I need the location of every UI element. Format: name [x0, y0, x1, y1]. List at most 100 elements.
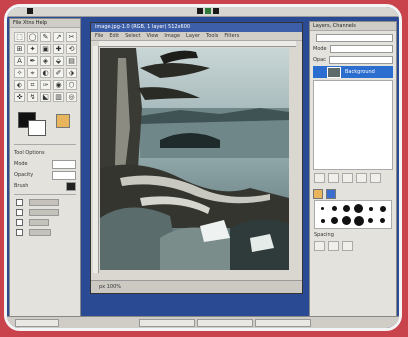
- option-bar: [29, 229, 51, 236]
- tool-button[interactable]: ◈: [40, 56, 51, 66]
- tool-button[interactable]: ◉: [53, 80, 64, 90]
- option-checkbox[interactable]: [16, 218, 74, 227]
- menu-item[interactable]: Tools: [206, 32, 218, 40]
- option-checkbox[interactable]: [16, 208, 74, 217]
- brush-new-button[interactable]: [328, 241, 339, 251]
- toolbox-menu[interactable]: File Xtns Help: [10, 19, 80, 28]
- opacity-slider[interactable]: [328, 55, 393, 64]
- taskbar-item[interactable]: [15, 319, 59, 327]
- panel-icon[interactable]: [197, 8, 203, 14]
- tool-button[interactable]: ✚: [53, 44, 64, 54]
- tool-button[interactable]: ↗: [53, 32, 64, 42]
- tool-button[interactable]: A: [14, 56, 25, 66]
- tool-button[interactable]: ✧: [14, 68, 25, 78]
- brush-edit-button[interactable]: [314, 241, 325, 251]
- brush-item[interactable]: [341, 203, 352, 214]
- tool-button[interactable]: ◯: [27, 32, 38, 42]
- mode-dropdown[interactable]: [52, 159, 76, 169]
- menu-item[interactable]: Filters: [224, 32, 239, 40]
- brush-item[interactable]: [329, 203, 340, 214]
- dock-title[interactable]: Layers, Channels: [310, 22, 396, 31]
- checkbox[interactable]: [16, 199, 23, 206]
- tool-button[interactable]: ▤: [66, 56, 77, 66]
- mode-dropdown[interactable]: [329, 44, 393, 53]
- image-window: image.jpg-1.0 (RGB, 1 layer) 512x600 Fil…: [90, 22, 303, 294]
- landscape-photo: [100, 48, 289, 270]
- checkbox[interactable]: [16, 209, 23, 216]
- brush-item[interactable]: [317, 203, 328, 214]
- image-window-title[interactable]: image.jpg-1.0 (RGB, 1 layer) 512x600: [91, 23, 302, 32]
- menu-item[interactable]: View: [147, 32, 159, 40]
- tool-button[interactable]: ✜: [14, 92, 25, 102]
- tool-button[interactable]: ⬙: [53, 56, 64, 66]
- opacity-field[interactable]: [52, 170, 76, 180]
- taskbar-item[interactable]: [197, 319, 253, 327]
- tool-button[interactable]: ⌗: [27, 80, 38, 90]
- tool-button[interactable]: ⊞: [14, 44, 25, 54]
- brush-row: Brush: [14, 181, 76, 191]
- layer-buttons: [314, 173, 392, 183]
- tool-button[interactable]: ✑: [40, 80, 51, 90]
- tool-button[interactable]: ▥: [53, 92, 64, 102]
- tool-button[interactable]: ✐: [53, 68, 64, 78]
- menu-item[interactable]: File: [95, 32, 103, 40]
- panel-icon[interactable]: [205, 8, 211, 14]
- tool-button[interactable]: ✎: [40, 32, 51, 42]
- brush-item[interactable]: [353, 203, 364, 214]
- palette-tab[interactable]: [326, 188, 336, 199]
- background-color[interactable]: [28, 120, 46, 136]
- tool-button[interactable]: ↯: [27, 92, 38, 102]
- option-checkbox[interactable]: [16, 228, 74, 237]
- tool-button[interactable]: ✒: [27, 56, 38, 66]
- brush-preview[interactable]: [66, 181, 76, 191]
- brush-item[interactable]: [377, 203, 388, 214]
- mode-label: Mode: [313, 45, 327, 52]
- taskbar-item[interactable]: [255, 319, 311, 327]
- brush-item[interactable]: [317, 215, 328, 226]
- color-area: [14, 110, 76, 140]
- taskbar-item[interactable]: [139, 319, 195, 327]
- tool-button[interactable]: ◎: [66, 92, 77, 102]
- menu-item[interactable]: Select: [125, 32, 140, 40]
- raise-layer-button[interactable]: [328, 173, 339, 183]
- lower-layer-button[interactable]: [342, 173, 353, 183]
- brush-item[interactable]: [377, 215, 388, 226]
- image-canvas[interactable]: [100, 48, 289, 270]
- horizontal-ruler[interactable]: [99, 41, 296, 47]
- duplicate-layer-button[interactable]: [356, 173, 367, 183]
- brush-item[interactable]: [365, 203, 376, 214]
- panel-icon[interactable]: [27, 8, 33, 14]
- tool-button[interactable]: ⬕: [40, 92, 51, 102]
- brush-refresh-button[interactable]: [342, 241, 353, 251]
- gradient-tab[interactable]: [313, 188, 323, 199]
- new-layer-button[interactable]: [314, 173, 325, 183]
- tool-button[interactable]: ◐: [40, 68, 51, 78]
- tool-button[interactable]: ⟲: [66, 44, 77, 54]
- menu-item[interactable]: Edit: [109, 32, 119, 40]
- tool-button[interactable]: ✦: [27, 44, 38, 54]
- vertical-ruler[interactable]: [93, 46, 99, 273]
- tool-button[interactable]: ✂: [66, 32, 77, 42]
- image-menubar: File Edit Select View Image Layer Tools Filters: [91, 32, 302, 41]
- option-checkbox[interactable]: [16, 198, 74, 207]
- tool-button[interactable]: ⬚: [14, 32, 25, 42]
- tool-button[interactable]: ▣: [40, 44, 51, 54]
- checkbox[interactable]: [16, 219, 23, 226]
- image-selector[interactable]: [316, 33, 393, 42]
- pattern-swatch[interactable]: [56, 114, 70, 128]
- brush-item[interactable]: [353, 215, 364, 226]
- layer-row[interactable]: Background: [313, 66, 393, 78]
- menu-item[interactable]: Image: [164, 32, 180, 40]
- tool-button[interactable]: ⬖: [14, 80, 25, 90]
- menu-item[interactable]: Layer: [186, 32, 200, 40]
- brush-item[interactable]: [341, 215, 352, 226]
- delete-layer-button[interactable]: [370, 173, 381, 183]
- tool-button[interactable]: ⌖: [27, 68, 38, 78]
- brush-item[interactable]: [365, 215, 376, 226]
- checkbox[interactable]: [16, 229, 23, 236]
- panel-icon[interactable]: [213, 8, 219, 14]
- tool-button[interactable]: ⬗: [66, 68, 77, 78]
- brush-item[interactable]: [329, 215, 340, 226]
- tool-button[interactable]: ⬡: [66, 80, 77, 90]
- layers-list[interactable]: [313, 80, 393, 170]
